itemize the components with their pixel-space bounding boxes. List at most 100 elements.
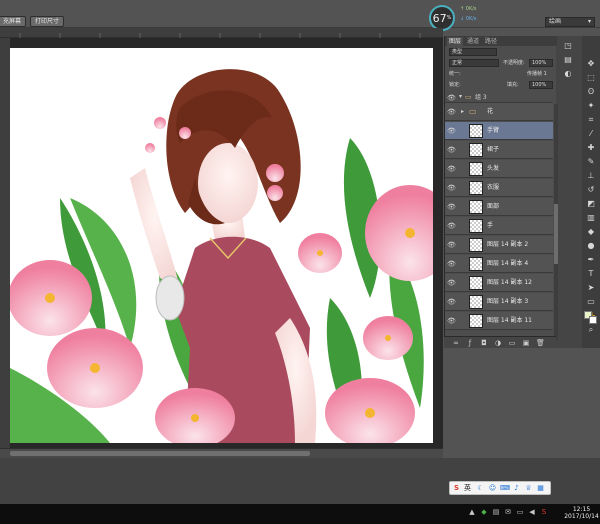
eyedropper-tool-icon[interactable]: ⁄ bbox=[585, 128, 597, 139]
layer-group-row[interactable]: 👁 ▸ ▭ 花 bbox=[445, 103, 553, 121]
ime-language-toggle[interactable]: 英 bbox=[464, 484, 471, 493]
artwork-canvas[interactable] bbox=[10, 48, 433, 443]
eye-icon[interactable]: 👁 bbox=[447, 108, 456, 116]
eye-icon[interactable]: 👁 bbox=[447, 184, 456, 192]
link-icon[interactable]: ∞ bbox=[452, 339, 460, 347]
layers-scrollbar-thumb[interactable] bbox=[554, 204, 558, 264]
folder-icon: ▭ bbox=[465, 93, 472, 101]
filter-kind-select[interactable]: 类型 bbox=[449, 48, 497, 56]
layer-thumbnail bbox=[469, 143, 483, 157]
layer-group-row[interactable]: 👁 ▾ ▭ 组 3 bbox=[445, 92, 553, 103]
chevron-up-icon[interactable]: ▲ bbox=[468, 508, 476, 516]
fill-screen-button[interactable]: 充屏幕 bbox=[0, 16, 27, 27]
unify-label: 统一: bbox=[449, 71, 461, 77]
eye-icon[interactable]: 👁 bbox=[447, 127, 456, 135]
voice-icon[interactable]: ♪ bbox=[512, 484, 521, 493]
monitor-icon[interactable]: ▭ bbox=[516, 508, 524, 516]
moon-icon[interactable]: ☾ bbox=[476, 484, 485, 493]
layer-row[interactable]: 👁 手臂 bbox=[445, 122, 553, 140]
stamp-tool-icon[interactable]: ⊥ bbox=[585, 170, 597, 181]
gradient-tool-icon[interactable]: ▥ bbox=[585, 212, 597, 223]
keyboard-icon[interactable]: ⌨ bbox=[500, 484, 510, 493]
layer-row[interactable]: 👁 裙子 bbox=[445, 141, 553, 159]
layer-row[interactable]: 👁 手 bbox=[445, 217, 553, 235]
new-group-icon[interactable]: ▭ bbox=[508, 339, 516, 347]
punctuation-icon[interactable]: ☺ bbox=[488, 484, 497, 493]
eye-icon[interactable]: 👁 bbox=[447, 298, 456, 306]
layer-row[interactable]: 👁 头发 bbox=[445, 160, 553, 178]
background-color-swatch[interactable] bbox=[589, 316, 597, 324]
eraser-tool-icon[interactable]: ◩ bbox=[585, 198, 597, 209]
eye-icon[interactable]: 👁 bbox=[447, 203, 456, 211]
tab-channels[interactable]: 通道 bbox=[465, 37, 481, 46]
eye-icon[interactable]: 👁 bbox=[447, 222, 456, 230]
volume-icon[interactable]: ◀ bbox=[528, 508, 536, 516]
lasso-tool-icon[interactable]: ʘ bbox=[585, 86, 597, 97]
adjustment-layer-icon[interactable]: ◑ bbox=[494, 339, 502, 347]
eye-icon[interactable]: 👁 bbox=[447, 146, 456, 154]
layer-row[interactable]: 👁 图层 14 副本 11 bbox=[445, 312, 553, 330]
print-size-button[interactable]: 打印尺寸 bbox=[30, 16, 65, 27]
eye-icon[interactable]: 👁 bbox=[447, 260, 456, 268]
eye-icon[interactable]: 👁 bbox=[447, 279, 456, 287]
shirt-icon[interactable]: ♕ bbox=[524, 484, 533, 493]
sogou-tray-icon[interactable]: S bbox=[540, 508, 548, 516]
opacity-input[interactable]: 100% bbox=[529, 59, 553, 67]
canvas-area[interactable] bbox=[10, 38, 443, 448]
fill-input[interactable]: 100% bbox=[529, 81, 553, 89]
layer-row[interactable]: 👁 面部 bbox=[445, 198, 553, 216]
brush-tool-icon[interactable]: ✎ bbox=[585, 156, 597, 167]
magic-wand-tool-icon[interactable]: ✦ bbox=[585, 100, 597, 111]
shape-tool-icon[interactable]: ▭ bbox=[585, 296, 597, 307]
layer-row[interactable]: 👁 图层 14 副本 2 bbox=[445, 236, 553, 254]
workspace-select[interactable]: 绘画 ▾ bbox=[545, 17, 595, 27]
layer-list: 👁 ▸ ▭ 花 👁 手臂 👁 裙子 👁 头发 👁 衣服 👁 面部 👁 手 👁 图层 14 副本 2 👁 图层 14 副… bbox=[445, 103, 553, 372]
chat-icon[interactable]: ✉ bbox=[504, 508, 512, 516]
taskbar-clock[interactable]: 12:15 2017/10/14 bbox=[563, 504, 600, 524]
layer-row[interactable]: 👁 图层 14 副本 12 bbox=[445, 274, 553, 292]
properties-icon[interactable]: ▤ bbox=[562, 54, 574, 65]
eye-icon[interactable]: 👁 bbox=[447, 317, 456, 325]
marquee-tool-icon[interactable]: ⬚ bbox=[585, 72, 597, 83]
fx-icon[interactable]: ƒ bbox=[466, 339, 474, 347]
grid-icon[interactable]: ▦ bbox=[536, 484, 545, 493]
move-tool-icon[interactable]: ✥ bbox=[585, 58, 597, 69]
history-icon[interactable]: ◳ bbox=[562, 40, 574, 51]
history-brush-tool-icon[interactable]: ↺ bbox=[585, 184, 597, 195]
new-layer-icon[interactable]: ▣ bbox=[522, 339, 530, 347]
chevron-down-icon: ▾ bbox=[587, 18, 591, 25]
tab-paths[interactable]: 路径 bbox=[483, 37, 499, 46]
blur-tool-icon[interactable]: ◆ bbox=[585, 226, 597, 237]
adjustments-icon[interactable]: ◐ bbox=[562, 68, 574, 79]
type-tool-icon[interactable]: T bbox=[585, 268, 597, 279]
opacity-label: 不透明度: bbox=[503, 60, 525, 66]
trash-icon[interactable]: 🗑 bbox=[536, 339, 545, 347]
blend-mode-select[interactable]: 正常 bbox=[449, 59, 499, 67]
crop-tool-icon[interactable]: ⌗ bbox=[585, 114, 597, 125]
dodge-tool-icon[interactable]: ● bbox=[585, 240, 597, 251]
eye-icon[interactable]: 👁 bbox=[447, 165, 456, 173]
layer-row[interactable]: 👁 衣服 bbox=[445, 179, 553, 197]
chevron-down-icon[interactable]: ▾ bbox=[459, 93, 462, 100]
layer-row[interactable]: 👁 图层 14 副本 4 bbox=[445, 255, 553, 273]
chevron-right-icon[interactable]: ▸ bbox=[461, 108, 464, 116]
security-icon[interactable]: ◆ bbox=[480, 508, 488, 516]
layers-scrollbar[interactable] bbox=[554, 104, 558, 340]
tools-panel: ✥ ⬚ ʘ ✦ ⌗ ⁄ ✚ ✎ ⊥ ↺ ◩ ▥ ◆ ● ✒ T ➤ ▭ ✋ ⌕ bbox=[582, 36, 600, 348]
fill-label: 填充: bbox=[507, 82, 519, 88]
tab-layers[interactable]: 图层 bbox=[447, 37, 464, 46]
pen-tool-icon[interactable]: ✒ bbox=[585, 254, 597, 265]
horizontal-scrollbar[interactable] bbox=[0, 448, 443, 458]
layer-name: 头发 bbox=[487, 165, 500, 172]
layer-row[interactable]: 👁 图层 14 副本 3 bbox=[445, 293, 553, 311]
network-icon[interactable]: ▤ bbox=[492, 508, 500, 516]
path-select-tool-icon[interactable]: ➤ bbox=[585, 282, 597, 293]
zoom-tool-icon[interactable]: ⌕ bbox=[585, 324, 597, 335]
layers-panel-footer: ∞ ƒ ◘ ◑ ▭ ▣ 🗑 bbox=[444, 336, 556, 348]
mask-icon[interactable]: ◘ bbox=[480, 339, 488, 347]
eye-icon[interactable]: 👁 bbox=[447, 94, 456, 102]
horizontal-scrollbar-thumb[interactable] bbox=[10, 451, 310, 456]
ruler-top bbox=[0, 28, 443, 38]
eye-icon[interactable]: 👁 bbox=[447, 241, 456, 249]
healing-tool-icon[interactable]: ✚ bbox=[585, 142, 597, 153]
